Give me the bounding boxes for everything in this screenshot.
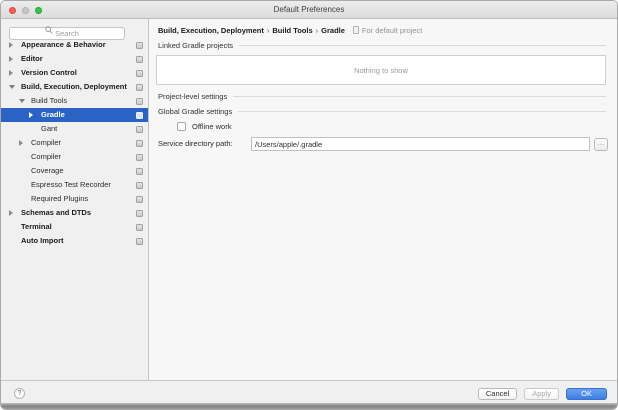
sidebar-item-gradle[interactable]: Gradle	[1, 108, 148, 122]
breadcrumb-item-gradle[interactable]: Gradle	[321, 26, 345, 35]
settings-page-icon	[136, 238, 143, 245]
chevron-right-icon[interactable]	[19, 140, 23, 146]
sidebar-item-build-tools[interactable]: Build Tools	[1, 94, 148, 108]
chevron-right-icon[interactable]	[9, 42, 13, 48]
settings-page-icon	[136, 210, 143, 217]
chevron-right-icon[interactable]	[9, 210, 13, 216]
sidebar-item-editor[interactable]: Editor	[1, 52, 148, 66]
window-bottom-edge	[1, 403, 617, 409]
section-rule	[239, 45, 606, 46]
sidebar-item-label: Gant	[41, 122, 57, 136]
settings-page-icon	[136, 84, 143, 91]
sidebar-item-espresso-test-recorder[interactable]: Espresso Test Recorder	[1, 178, 148, 192]
sidebar-item-label: Build Tools	[31, 94, 67, 108]
sidebar-item-auto-import[interactable]: Auto Import	[1, 234, 148, 248]
sidebar-item-build-execution-deployment[interactable]: Build, Execution, Deployment	[1, 80, 148, 94]
offline-work-label: Offline work	[192, 120, 231, 133]
settings-page-icon	[136, 112, 143, 119]
title-bar: Default Preferences	[1, 1, 617, 19]
settings-page-icon	[136, 168, 143, 175]
ok-button[interactable]: OK	[566, 388, 607, 400]
settings-tree: Appearance & BehaviorEditorVersion Contr…	[1, 38, 148, 248]
chevron-right-icon[interactable]	[9, 70, 13, 76]
sidebar-item-required-plugins[interactable]: Required Plugins	[1, 192, 148, 206]
sidebar-item-gant[interactable]: Gant	[1, 122, 148, 136]
sidebar-item-schemas-and-dtds[interactable]: Schemas and DTDs	[1, 206, 148, 220]
chevron-right-icon[interactable]	[29, 112, 33, 118]
service-directory-input[interactable]	[251, 137, 590, 151]
global-settings-section: Global Gradle settings	[158, 106, 606, 116]
empty-list-text: Nothing to show	[354, 66, 408, 75]
settings-page-icon	[136, 42, 143, 49]
help-button[interactable]: ?	[14, 388, 25, 399]
chevron-right-icon[interactable]	[9, 56, 13, 62]
browse-button[interactable]: …	[594, 138, 608, 151]
sidebar-item-label: Auto Import	[21, 234, 64, 248]
linked-projects-section: Linked Gradle projects	[158, 40, 606, 50]
scope-note: For default project	[353, 26, 422, 35]
breadcrumb-item-build-tools[interactable]: Build Tools	[272, 26, 312, 35]
offline-work-checkbox[interactable]	[177, 122, 186, 131]
section-rule	[238, 111, 606, 112]
settings-page-icon	[136, 70, 143, 77]
offline-work-row: Offline work	[150, 120, 617, 134]
dialog-footer: ? Cancel Apply OK	[1, 380, 617, 405]
sidebar-item-label: Gradle	[41, 108, 65, 122]
sidebar-item-version-control[interactable]: Version Control	[1, 66, 148, 80]
chevron-down-icon[interactable]	[9, 85, 15, 89]
footer-buttons: Cancel Apply OK	[466, 388, 607, 400]
sidebar-item-label: Appearance & Behavior	[21, 38, 106, 52]
sidebar-item-label: Espresso Test Recorder	[31, 178, 111, 192]
sidebar-item-compiler[interactable]: Compiler	[1, 136, 148, 150]
section-rule	[233, 96, 606, 97]
clipboard-icon	[353, 26, 359, 34]
sidebar-item-appearance-behavior[interactable]: Appearance & Behavior	[1, 38, 148, 52]
settings-page-icon	[136, 224, 143, 231]
sidebar-item-compiler-2[interactable]: Compiler	[1, 150, 148, 164]
sidebar-item-label: Editor	[21, 52, 43, 66]
breadcrumb-separator: ›	[267, 26, 270, 35]
breadcrumb: Build, Execution, Deployment›Build Tools…	[158, 24, 422, 36]
settings-page-icon	[136, 56, 143, 63]
sidebar-item-label: Version Control	[21, 66, 77, 80]
sidebar-item-terminal[interactable]: Terminal	[1, 220, 148, 234]
breadcrumb-item-build-execution-deployment[interactable]: Build, Execution, Deployment	[158, 26, 264, 35]
apply-button[interactable]: Apply	[524, 388, 559, 400]
service-directory-label: Service directory path:	[158, 139, 233, 148]
search-box	[9, 23, 125, 36]
settings-page-icon	[136, 98, 143, 105]
sidebar-item-label: Terminal	[21, 220, 52, 234]
scope-label: For default project	[362, 26, 422, 35]
sidebar-item-label: Required Plugins	[31, 192, 88, 206]
sidebar-item-coverage[interactable]: Coverage	[1, 164, 148, 178]
sidebar-item-label: Compiler	[31, 136, 61, 150]
cancel-button[interactable]: Cancel	[478, 388, 517, 400]
breadcrumb-separator: ›	[316, 26, 319, 35]
sidebar-item-label: Coverage	[31, 164, 64, 178]
settings-page-icon	[136, 140, 143, 147]
gradle-settings-panel: Build, Execution, Deployment›Build Tools…	[150, 19, 617, 380]
settings-page-icon	[136, 182, 143, 189]
preferences-window: Default Preferences Appearance & Behavio…	[0, 0, 618, 410]
settings-page-icon	[136, 196, 143, 203]
service-directory-row: Service directory path: …	[150, 137, 617, 152]
sidebar-item-label: Build, Execution, Deployment	[21, 80, 127, 94]
project-level-section: Project-level settings	[158, 91, 606, 101]
sidebar-item-label: Schemas and DTDs	[21, 206, 91, 220]
global-settings-label: Global Gradle settings	[158, 107, 232, 116]
sidebar-item-label: Compiler	[31, 150, 61, 164]
settings-sidebar: Appearance & BehaviorEditorVersion Contr…	[1, 19, 149, 380]
linked-projects-label: Linked Gradle projects	[158, 41, 233, 50]
linked-projects-list[interactable]: Nothing to show	[156, 55, 606, 85]
chevron-down-icon[interactable]	[19, 99, 25, 103]
window-title: Default Preferences	[1, 5, 617, 14]
settings-page-icon	[136, 126, 143, 133]
project-level-label: Project-level settings	[158, 92, 227, 101]
settings-page-icon	[136, 154, 143, 161]
